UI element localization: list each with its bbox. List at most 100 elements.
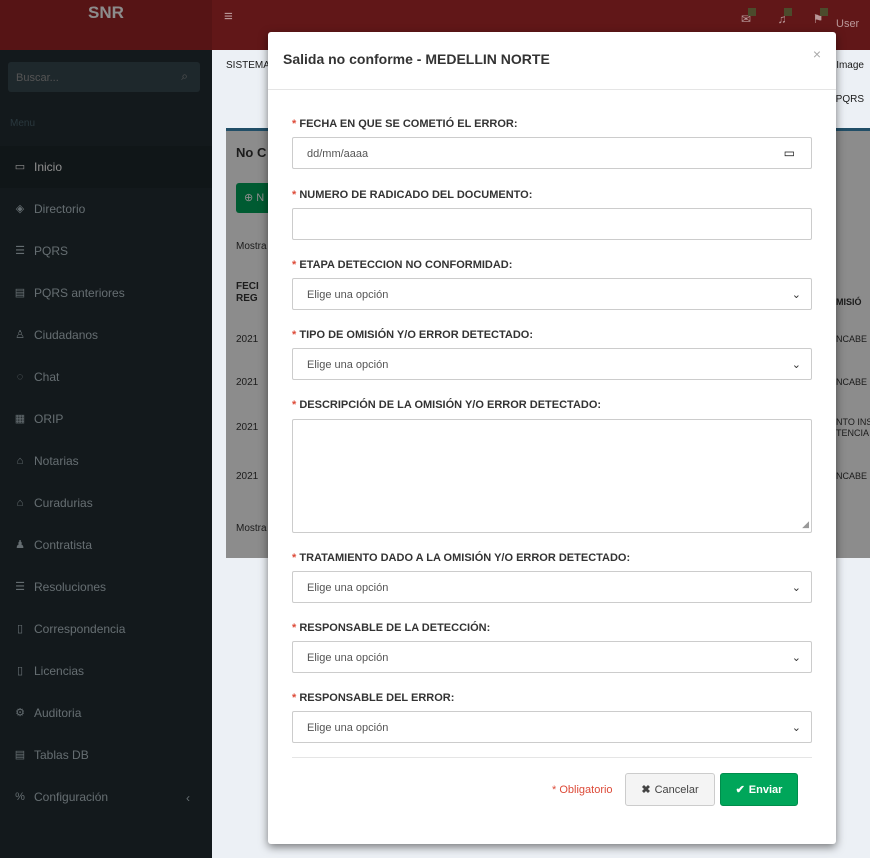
sidebar-item-label: Configuración [34, 790, 109, 804]
sidebar-item-label: Curadurias [34, 496, 93, 510]
radicado-label: * NUMERO DE RADICADO DEL DOCUMENTO: [292, 189, 532, 201]
wrench-icon: % [15, 791, 25, 803]
etapa-select[interactable]: Elige una opción ⌄ [292, 278, 812, 310]
label-text: RESPONSABLE DE LA DETECCIÓN: [299, 622, 491, 634]
tratamiento-select[interactable]: Elige una opción ⌄ [292, 571, 812, 603]
resp-error-select[interactable]: Elige una opción ⌄ [292, 711, 812, 743]
mail-icon[interactable]: ✉ [728, 0, 764, 50]
resize-handle-icon[interactable]: ◢ [802, 519, 809, 530]
sidebar-item-orip[interactable]: ▦ ORIP [0, 398, 212, 440]
sidebar-item-curadurias[interactable]: ⌂ Curadurias [0, 482, 212, 524]
table-row: 2021 [236, 377, 259, 388]
sidebar-item-label: Ciudadanos [34, 328, 99, 342]
select-value: Elige una opción [307, 359, 389, 371]
tratamiento-label: * TRATAMIENTO DADO A LA OMISIÓN Y/O ERRO… [292, 552, 630, 564]
file-pdf-icon: ▯ [16, 623, 24, 635]
sidebar-item-label: Directorio [34, 202, 86, 216]
required-note-text: Obligatorio [559, 784, 613, 796]
list-icon: ☰ [15, 245, 25, 257]
sidebar-item-label: Correspondencia [34, 622, 126, 636]
sidebar-item-licencias[interactable]: ▯ Licencias [0, 650, 212, 692]
resp-deteccion-select[interactable]: Elige una opción ⌄ [292, 641, 812, 673]
select-value: Elige una opción [307, 289, 389, 301]
required-mark: * [292, 692, 297, 704]
resp-error-label: * RESPONSABLE DEL ERROR: [292, 692, 454, 704]
user-image-label[interactable]: User [836, 18, 870, 30]
add-button-label: N [256, 192, 265, 204]
sidebar-item-label: Chat [34, 370, 60, 384]
fecha-label: * FECHA EN QUE SE COMETIÓ EL ERROR: [292, 118, 518, 130]
box-title: No C [236, 145, 267, 160]
logo[interactable]: SNR [0, 0, 212, 50]
table-row: 2021 [236, 422, 259, 433]
modal-title: Salida no conforme - MEDELLIN NORTE [283, 51, 550, 67]
sidebar-item-resoluciones[interactable]: ☰ Resoluciones [0, 566, 212, 608]
table-row: 2021 [236, 334, 259, 345]
check-icon: ✔ [735, 784, 745, 796]
sidebar-item-chat[interactable]: ◌ Chat [0, 356, 212, 398]
label-text: FECHA EN QUE SE COMETIÓ EL ERROR: [299, 118, 518, 130]
sidebar-item-label: Resoluciones [34, 580, 107, 594]
sidebar-item-label: Inicio [34, 160, 63, 174]
sidebar-item-contratista[interactable]: ♟ Contratista [0, 524, 212, 566]
sidebar-item-configuracion[interactable]: % Configuración ‹ [0, 776, 212, 818]
hamburger-icon[interactable]: ≡ [224, 8, 233, 25]
sidebar-item-label: Auditoria [34, 706, 82, 720]
radicado-input[interactable] [292, 208, 812, 240]
chat-icon: ◌ [16, 371, 24, 383]
date-placeholder: dd/mm/aaaa [307, 148, 369, 160]
table-header: FECI REG [236, 281, 259, 305]
label-text: DESCRIPCIÓN DE LA OMISIÓN Y/O ERROR DETE… [299, 399, 602, 411]
list-icon: ☰ [15, 581, 25, 593]
male-icon: ♙ [15, 329, 25, 341]
table-header-cell: FECI [236, 281, 259, 292]
required-mark: * [292, 552, 297, 564]
modal-footer-divider [292, 757, 812, 758]
close-x-icon: ✖ [641, 784, 651, 796]
label-text: RESPONSABLE DEL ERROR: [299, 692, 455, 704]
sidebar: Buscar... ⌕ Menu ▭ Inicio ◈ Directorio ☰ PQ… [0, 50, 212, 858]
sidebar-item-label: Notarias [34, 454, 79, 468]
modal-dialog: Salida no conforme - MEDELLIN NORTE × * … [268, 32, 836, 844]
flag-icon[interactable]: ⚑ [800, 0, 836, 50]
sidebar-item-pqrs-anteriores[interactable]: ▤ PQRS anteriores [0, 272, 212, 314]
sidebar-item-tablas-db[interactable]: ▤ Tablas DB [0, 734, 212, 776]
breadcrumb-right[interactable]: PQRS [836, 94, 864, 105]
sidebar-item-auditoria[interactable]: ⚙ Auditoria [0, 692, 212, 734]
sidebar-item-directorio[interactable]: ◈ Directorio [0, 188, 212, 230]
fecha-date-input[interactable]: dd/mm/aaaa ▭ [292, 137, 812, 169]
search-placeholder: Buscar... [16, 72, 59, 84]
app: SNR ≡ ✉ ♫ ⚑ User Buscar... ⌕ Menu ▭ Inici… [0, 0, 870, 858]
card-icon: ▤ [14, 287, 26, 299]
required-mark: * [292, 259, 297, 271]
cancel-button[interactable]: ✖ Cancelar [625, 773, 715, 806]
chevron-down-icon: ⌄ [791, 582, 801, 594]
sidebar-item-label: ORIP [34, 412, 64, 426]
bell-icon[interactable]: ♫ [764, 0, 800, 50]
table-header-cell: MISIÓ [836, 297, 862, 307]
tipo-select[interactable]: Elige una opción ⌄ [292, 348, 812, 380]
menu-header: Menu [10, 118, 36, 129]
table-cell: NTO INS TENCIA [836, 417, 870, 438]
send-label: Enviar [748, 783, 783, 796]
send-button[interactable]: ✔ Enviar [720, 773, 798, 806]
sidebar-item-inicio[interactable]: ▭ Inicio [0, 146, 212, 188]
sidebar-item-label: PQRS anteriores [34, 286, 125, 300]
label-text: TIPO DE OMISIÓN Y/O ERROR DETECTADO: [299, 329, 534, 341]
etapa-label: * ETAPA DETECCION NO CONFORMIDAD: [292, 259, 512, 271]
label-text: NUMERO DE RADICADO DEL DOCUMENTO: [299, 189, 533, 201]
sidebar-item-notarias[interactable]: ⌂ Notarias [0, 440, 212, 482]
required-mark: * [552, 784, 557, 796]
sidebar-item-label: PQRS [34, 244, 69, 258]
sidebar-item-pqrs[interactable]: ☰ PQRS [0, 230, 212, 272]
calendar-icon[interactable]: ▭ [784, 146, 795, 160]
table-cell: NCABE [836, 471, 868, 481]
label-text: TRATAMIENTO DADO A LA OMISIÓN Y/O ERROR … [299, 552, 631, 564]
descripcion-textarea[interactable]: ◢ [292, 419, 812, 533]
search-input[interactable]: Buscar... ⌕ [8, 62, 200, 92]
search-icon[interactable]: ⌕ [181, 69, 188, 84]
table-row: 2021 [236, 471, 259, 482]
sidebar-item-ciudadanos[interactable]: ♙ Ciudadanos [0, 314, 212, 356]
sidebar-item-correspondencia[interactable]: ▯ Correspondencia [0, 608, 212, 650]
cogs-icon: ⚙ [15, 707, 25, 719]
